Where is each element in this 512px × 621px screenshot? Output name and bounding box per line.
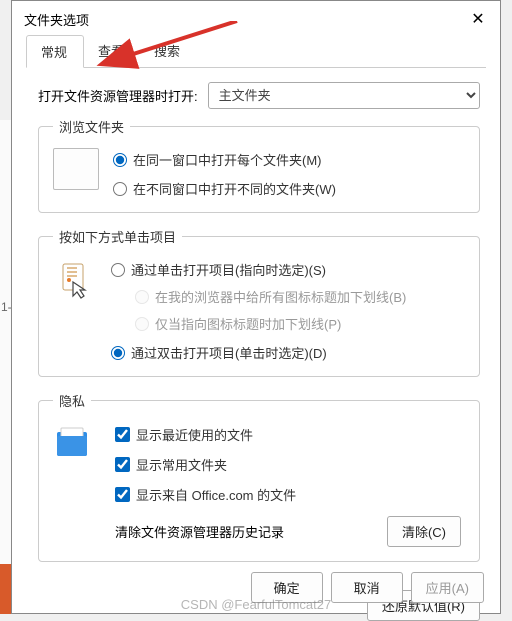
radio-underline-all-label: 在我的浏览器中给所有图标标题加下划线(B)	[155, 287, 406, 306]
browse-folders-group: 浏览文件夹 在同一窗口中打开每个文件夹(M) 在不同窗口中打开不同的文件夹(W)	[38, 117, 480, 213]
dialog-title: 文件夹选项	[24, 10, 89, 29]
check-office-files-input[interactable]	[115, 487, 130, 502]
background-strip	[0, 120, 11, 564]
radio-same-window-label: 在同一窗口中打开每个文件夹(M)	[133, 150, 322, 169]
check-frequent-folders[interactable]: 显示常用文件夹	[115, 455, 296, 474]
tab-search[interactable]: 搜索	[140, 35, 196, 67]
privacy-legend: 隐私	[53, 391, 91, 410]
watermark: CSDN @FearfulTomcat27	[0, 597, 512, 612]
browse-legend: 浏览文件夹	[53, 117, 130, 136]
click-legend: 按如下方式单击项目	[53, 227, 182, 246]
clear-button[interactable]: 清除(C)	[387, 516, 461, 547]
browse-icon	[53, 148, 99, 190]
tab-bar: 常规 查看 搜索	[26, 35, 486, 68]
check-recent-files[interactable]: 显示最近使用的文件	[115, 425, 296, 444]
radio-diff-window[interactable]: 在不同窗口中打开不同的文件夹(W)	[113, 179, 336, 198]
tab-content: 打开文件资源管理器时打开: 主文件夹 浏览文件夹 在同一窗口中打开每个文件夹(M…	[12, 68, 500, 586]
clear-history-label: 清除文件资源管理器历史记录	[115, 522, 284, 541]
check-frequent-folders-input[interactable]	[115, 457, 130, 472]
radio-underline-point: 仅当指向图标标题时加下划线(P)	[135, 314, 406, 333]
tab-general[interactable]: 常规	[26, 35, 84, 68]
check-office-files-label: 显示来自 Office.com 的文件	[136, 485, 296, 504]
click-icon	[53, 258, 97, 302]
click-mode-group: 按如下方式单击项目 通过单击打开项目(指向时选定)(S)	[38, 227, 480, 377]
folder-options-dialog: 文件夹选项 ✕ 常规 查看 搜索 打开文件资源管理器时打开: 主文件夹 浏览文件…	[11, 0, 501, 614]
radio-double-click-label: 通过双击打开项目(单击时选定)(D)	[131, 343, 327, 362]
radio-underline-all: 在我的浏览器中给所有图标标题加下划线(B)	[135, 287, 406, 306]
radio-double-click[interactable]: 通过双击打开项目(单击时选定)(D)	[111, 343, 406, 362]
radio-same-window[interactable]: 在同一窗口中打开每个文件夹(M)	[113, 150, 336, 169]
radio-single-click-input[interactable]	[111, 263, 125, 277]
open-in-row: 打开文件资源管理器时打开: 主文件夹	[38, 82, 480, 109]
radio-diff-window-label: 在不同窗口中打开不同的文件夹(W)	[133, 179, 336, 198]
check-recent-files-label: 显示最近使用的文件	[136, 425, 253, 444]
radio-underline-point-input	[135, 317, 149, 331]
check-office-files[interactable]: 显示来自 Office.com 的文件	[115, 485, 296, 504]
titlebar: 文件夹选项 ✕	[12, 1, 500, 35]
radio-same-window-input[interactable]	[113, 153, 127, 167]
privacy-group: 隐私 显示最近使用的文件	[38, 391, 480, 562]
radio-underline-point-label: 仅当指向图标标题时加下划线(P)	[155, 314, 341, 333]
check-frequent-folders-label: 显示常用文件夹	[136, 455, 227, 474]
close-button[interactable]: ✕	[468, 9, 488, 29]
privacy-folder-icon	[53, 422, 97, 462]
radio-single-click-label: 通过单击打开项目(指向时选定)(S)	[131, 260, 326, 279]
check-recent-files-input[interactable]	[115, 427, 130, 442]
open-in-label: 打开文件资源管理器时打开:	[38, 86, 198, 105]
radio-underline-all-input	[135, 290, 149, 304]
radio-single-click[interactable]: 通过单击打开项目(指向时选定)(S)	[111, 260, 406, 279]
radio-double-click-input[interactable]	[111, 346, 125, 360]
radio-diff-window-input[interactable]	[113, 182, 127, 196]
tab-view[interactable]: 查看	[84, 35, 140, 67]
open-in-select[interactable]: 主文件夹	[208, 82, 480, 109]
